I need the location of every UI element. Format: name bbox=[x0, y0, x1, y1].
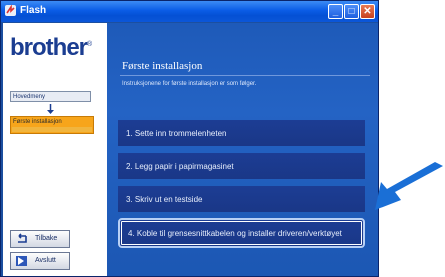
back-button-label: Tilbake bbox=[35, 235, 58, 242]
page-subtitle: Instruksjonene for første installasjon e… bbox=[122, 81, 257, 87]
option-load-paper[interactable]: 2. Legg papir i papirmagasinet bbox=[118, 153, 365, 179]
nav-item-main-menu[interactable]: Hovedmeny bbox=[10, 91, 91, 102]
title-divider bbox=[120, 75, 370, 76]
sidebar: brother® Hovedmeny Første installasjon T… bbox=[3, 23, 107, 276]
nav-item-label: Første installasjon bbox=[13, 119, 62, 125]
option-label: 1. Sette inn trommelenheten bbox=[126, 128, 227, 138]
nav-item-first-installation[interactable]: Første installasjon bbox=[10, 116, 94, 134]
pointer-arrow-icon bbox=[375, 162, 443, 210]
back-arrow-icon bbox=[18, 233, 27, 243]
exit-button[interactable]: Avslutt bbox=[10, 252, 70, 270]
option-print-test-page[interactable]: 3. Skriv ut en testside bbox=[118, 186, 365, 212]
exit-button-label: Avslutt bbox=[35, 257, 56, 264]
back-button[interactable]: Tilbake bbox=[10, 230, 70, 248]
close-button[interactable]: ✕ bbox=[360, 4, 375, 19]
brother-logo: brother® bbox=[10, 34, 92, 62]
title-bar[interactable]: Flash _ □ ✕ bbox=[1, 1, 378, 22]
window-title: Flash bbox=[20, 5, 47, 16]
logo-trademark: ® bbox=[87, 41, 92, 48]
option-install-drum[interactable]: 1. Sette inn trommelenheten bbox=[118, 120, 365, 146]
minimize-button[interactable]: _ bbox=[328, 4, 343, 19]
logo-text: brother bbox=[10, 34, 88, 61]
option-label: 3. Skriv ut en testside bbox=[126, 194, 203, 204]
maximize-button[interactable]: □ bbox=[344, 4, 359, 19]
option-label: 4. Koble til grensesnittkabelen og insta… bbox=[128, 228, 342, 238]
page-title: Første installasjon bbox=[122, 60, 203, 72]
exit-door-icon bbox=[16, 256, 27, 266]
option-connect-cable-install-driver[interactable]: 4. Koble til grensesnittkabelen og insta… bbox=[118, 218, 365, 248]
option-label: 2. Legg papir i papirmagasinet bbox=[126, 161, 234, 171]
down-arrow-icon bbox=[47, 104, 54, 114]
flash-app-icon bbox=[5, 4, 16, 16]
